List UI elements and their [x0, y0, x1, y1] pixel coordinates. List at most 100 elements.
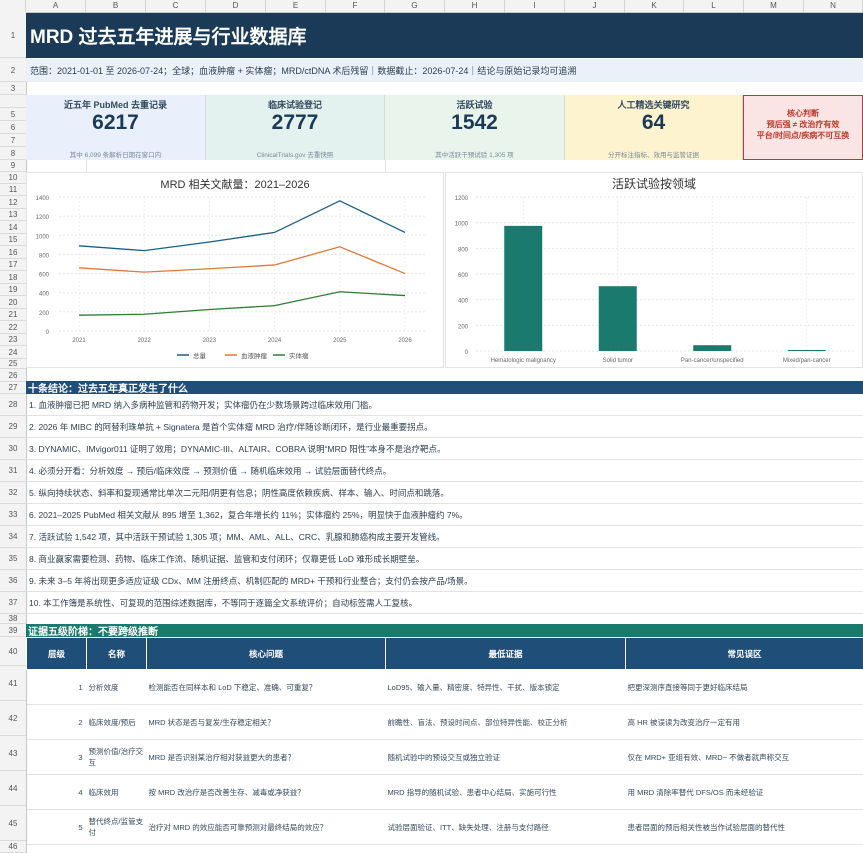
row-header-cell[interactable]: 3: [0, 82, 26, 95]
row-header-cell[interactable]: 26: [0, 369, 26, 382]
row-header-cell[interactable]: 12: [0, 196, 26, 209]
name-cell[interactable]: 临床效度/预后: [86, 704, 147, 740]
row-header-cell[interactable]: 10: [0, 172, 26, 184]
level-cell[interactable]: 4: [26, 774, 87, 810]
header-name[interactable]: 名称: [86, 637, 147, 670]
header-question[interactable]: 核心问题: [146, 637, 386, 670]
column-header-g[interactable]: G: [385, 0, 445, 12]
row-header-cell[interactable]: 42: [0, 701, 26, 736]
column-header-d[interactable]: D: [206, 0, 266, 12]
row-header-cell[interactable]: 1: [0, 13, 26, 58]
row-header-cell[interactable]: 14: [0, 221, 26, 234]
conclusion-item: 10. 本工作簿是系统性、可复现的范围综述数据库，不等同于逐篇全文系统评价；自动…: [26, 592, 863, 614]
column-header-l[interactable]: L: [684, 0, 744, 12]
column-header-k[interactable]: K: [625, 0, 684, 12]
row-header-cell[interactable]: 19: [0, 284, 26, 296]
conclusion-item: 8. 商业赢家需要检测、药物、临床工作流、随机证据、监管和支付闭环；仅靠更低 L…: [26, 548, 863, 570]
column-header-a[interactable]: A: [26, 0, 86, 12]
row-header-cell[interactable]: 18: [0, 271, 26, 284]
row-header-cell[interactable]: 33: [0, 504, 26, 526]
column-header-m[interactable]: M: [744, 0, 804, 12]
evidence-cell[interactable]: 随机试验中的预设交互或独立验证: [385, 739, 626, 775]
row-header-cell[interactable]: 23: [0, 334, 26, 346]
row-header-cell[interactable]: 41: [0, 666, 26, 701]
evidence-cell[interactable]: 试验层面验证、ITT、缺失处理、注册与支付路径: [385, 809, 626, 845]
row-header-cell[interactable]: 35: [0, 548, 26, 570]
pitfall-cell[interactable]: 仅在 MRD+ 亚组有效、MRD− 不做者就声称交互: [625, 739, 863, 775]
row-header-cell[interactable]: 32: [0, 482, 26, 504]
row-header-cell[interactable]: 28: [0, 394, 26, 416]
row-header-cell[interactable]: 15: [0, 234, 26, 246]
row-header-cell[interactable]: 25: [0, 359, 26, 369]
row-header-cell[interactable]: 17: [0, 259, 26, 271]
header-evidence[interactable]: 最低证据: [385, 637, 626, 670]
bar-chart-panel[interactable]: 活跃试验按领域 0 200 400 600 800 1000 1200 Hematologic …: [445, 172, 863, 368]
column-header-f[interactable]: F: [326, 0, 385, 12]
question-cell[interactable]: 按 MRD 改治疗是否改善生存、减毒或净获益？: [146, 774, 386, 810]
row-header-cell[interactable]: 11: [0, 184, 26, 196]
x-tick-label: Solid tumor: [603, 358, 633, 364]
row-header-cell[interactable]: 2: [0, 59, 26, 82]
name-cell[interactable]: 预测价值/治疗交互: [86, 739, 147, 775]
column-header-e[interactable]: E: [266, 0, 326, 12]
pitfall-cell[interactable]: 患者层面的预后相关性被当作试验层面的替代性: [625, 809, 863, 845]
column-header-j[interactable]: J: [565, 0, 625, 12]
column-header-n[interactable]: N: [804, 0, 863, 12]
column-header-b[interactable]: B: [86, 0, 146, 12]
row-header-cell[interactable]: 24: [0, 346, 26, 359]
row-header-cell[interactable]: 7: [0, 134, 26, 147]
row-header-cell[interactable]: 40: [0, 637, 26, 666]
column-header-c[interactable]: C: [146, 0, 206, 12]
row-header-cell[interactable]: 8: [0, 147, 26, 160]
row-header-cell[interactable]: 27: [0, 382, 26, 394]
conclusion-item: 1. 血液肿瘤已把 MRD 纳入多病种监管和药物开发；实体瘤仍在少数场景跨过临床…: [26, 394, 863, 416]
row-header-cell[interactable]: 9: [0, 160, 26, 172]
level-cell[interactable]: 5: [26, 809, 87, 845]
row-header-cell[interactable]: 46: [0, 841, 26, 853]
name-cell[interactable]: 分析效度: [86, 669, 147, 705]
question-cell[interactable]: 检测能否在同样本和 LoD 下稳定、准确、可重复？: [146, 669, 386, 705]
level-cell[interactable]: 2: [26, 704, 87, 740]
name-cell[interactable]: 临床效用: [86, 774, 147, 810]
row-header-cell[interactable]: 39: [0, 624, 26, 637]
question-cell[interactable]: 治疗对 MRD 的效应能否可靠预测对最终结局的效应？: [146, 809, 386, 845]
line-chart-panel[interactable]: MRD 相关文献量：2021–2026 0 200 400 600 800 1000 1200…: [26, 172, 444, 368]
evidence-cell[interactable]: 前瞻性、盲法、预设时间点、部位特异性能、校正分析: [385, 704, 626, 740]
column-header-h[interactable]: H: [445, 0, 505, 12]
row-header-cell[interactable]: 13: [0, 209, 26, 221]
header-pitfall[interactable]: 常见误区: [625, 637, 863, 670]
row-header-cell[interactable]: 30: [0, 438, 26, 460]
row-header-cell[interactable]: 20: [0, 296, 26, 309]
row-header-cell[interactable]: 34: [0, 526, 26, 548]
row-header-cell[interactable]: 43: [0, 736, 26, 771]
question-cell[interactable]: MRD 是否识别某治疗相对获益更大的患者？: [146, 739, 386, 775]
row-header-cell[interactable]: 36: [0, 570, 26, 592]
row-header-cell[interactable]: 31: [0, 460, 26, 482]
row-header-cell[interactable]: 6: [0, 121, 26, 134]
select-all-corner[interactable]: [0, 0, 26, 12]
evidence-cell[interactable]: MRD 指导的随机试验、患者中心结局、实施可行性: [385, 774, 626, 810]
row-header-cell[interactable]: 29: [0, 416, 26, 438]
row-header-cell[interactable]: 44: [0, 771, 26, 806]
pitfall-cell[interactable]: 高 HR 被误读为改变治疗一定有用: [625, 704, 863, 740]
row-header-cell[interactable]: 22: [0, 321, 26, 334]
judge-title: 核心判断: [787, 109, 819, 118]
row-header-cell[interactable]: 5: [0, 108, 26, 121]
column-header-i[interactable]: I: [505, 0, 565, 12]
level-cell[interactable]: 1: [26, 669, 87, 705]
question-cell[interactable]: MRD 状态是否与复发/生存稳定相关？: [146, 704, 386, 740]
pitfall-cell[interactable]: 用 MRD 清除率替代 DFS/OS 而未经验证: [625, 774, 863, 810]
pitfall-cell[interactable]: 把更深测序直接等同于更好临床结局: [625, 669, 863, 705]
evidence-cell[interactable]: LoD95、输入量、精密度、特异性、干扰、版本锁定: [385, 669, 626, 705]
y-tick-label: 1200: [36, 215, 50, 221]
row-header-cell[interactable]: 21: [0, 309, 26, 321]
name-cell[interactable]: 替代终点/监管支付: [86, 809, 147, 845]
row-header-cell[interactable]: 37: [0, 592, 26, 614]
legend-label: 总量: [193, 351, 207, 360]
row-header-cell[interactable]: 45: [0, 806, 26, 841]
level-cell[interactable]: 3: [26, 739, 87, 775]
header-level[interactable]: 层级: [26, 637, 87, 670]
row-header-cell[interactable]: 38: [0, 614, 26, 624]
row-header-cell[interactable]: [0, 95, 26, 108]
row-header-cell[interactable]: 16: [0, 246, 26, 259]
